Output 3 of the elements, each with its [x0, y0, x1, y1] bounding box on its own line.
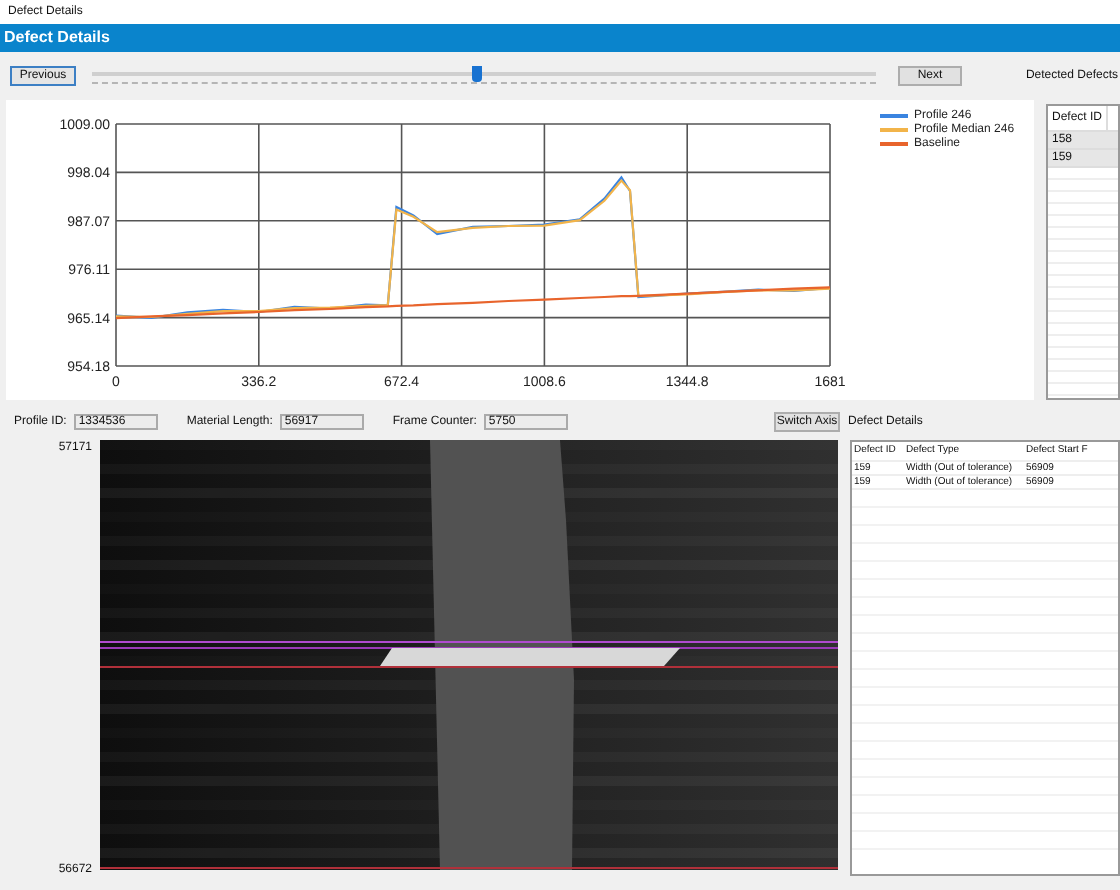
slider-track[interactable]: [92, 66, 876, 86]
slider-thumb[interactable]: [472, 66, 483, 82]
header-title: Defect Details: [4, 30, 110, 46]
